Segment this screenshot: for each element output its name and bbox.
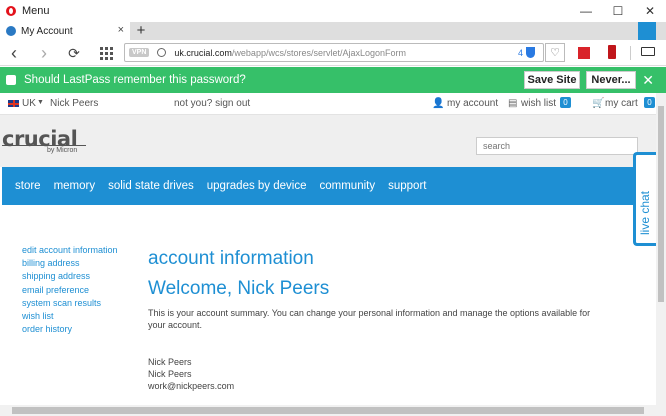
site-header: crucial by Micron bbox=[0, 115, 656, 167]
close-window-button[interactable]: ✕ bbox=[634, 0, 666, 22]
lastpass-message: Should LastPass remember this password? bbox=[24, 74, 246, 86]
speed-dial-button[interactable] bbox=[96, 43, 116, 63]
crucial-favicon-icon bbox=[6, 26, 16, 36]
wish-list-link[interactable]: wish list bbox=[521, 98, 556, 109]
uk-flag-icon bbox=[8, 100, 19, 107]
forward-button[interactable]: › bbox=[34, 43, 54, 63]
browser-navbar: ‹ › ⟳ VPN uk.crucial.com/webapp/wcs/stor… bbox=[0, 40, 666, 66]
battery-saver-icon[interactable] bbox=[641, 47, 655, 56]
heart-icon[interactable]: ♡ bbox=[545, 43, 565, 62]
lastpass-extension-icon[interactable] bbox=[608, 45, 616, 59]
site-utility-bar: UK ▼ Nick Peers not you? sign out 👤 my a… bbox=[0, 93, 666, 115]
crucial-logo[interactable]: crucial by Micron bbox=[2, 127, 86, 154]
search-input[interactable] bbox=[476, 137, 638, 155]
minimize-button[interactable]: — bbox=[570, 0, 602, 22]
never-button[interactable]: Never... bbox=[586, 71, 636, 89]
nav-support[interactable]: support bbox=[388, 180, 426, 192]
sidenav-shipping-address[interactable]: shipping address bbox=[22, 270, 118, 283]
toolbar-divider bbox=[630, 46, 631, 60]
page-title: account information bbox=[148, 248, 314, 269]
back-button[interactable]: ‹ bbox=[4, 43, 24, 63]
my-cart-link[interactable]: my cart bbox=[605, 98, 638, 109]
region-dropdown-icon[interactable]: ▼ bbox=[37, 99, 44, 106]
sidenav-wish-list[interactable]: wish list bbox=[22, 310, 118, 323]
account-content: account information Welcome, Nick Peers … bbox=[148, 248, 618, 392]
address-bar[interactable]: VPN uk.crucial.com/webapp/wcs/stores/ser… bbox=[124, 43, 544, 62]
nav-solid-state-drives[interactable]: solid state drives bbox=[108, 180, 194, 192]
user-name: Nick Peers bbox=[50, 98, 99, 109]
main-navigation: store memory solid state drives upgrades… bbox=[2, 167, 656, 205]
sidenav-edit-account[interactable]: edit account information bbox=[22, 244, 118, 257]
account-detail-line: Nick Peers bbox=[148, 357, 192, 367]
cart-count: 0 bbox=[644, 97, 655, 108]
url-text[interactable]: uk.crucial.com/webapp/wcs/stores/servlet… bbox=[174, 48, 406, 58]
save-site-button[interactable]: Save Site bbox=[524, 71, 580, 89]
opera-logo-icon[interactable] bbox=[6, 6, 16, 16]
wish-list-count: 0 bbox=[560, 97, 571, 108]
new-tab-button[interactable]: + bbox=[134, 22, 148, 40]
tab-my-account[interactable]: My Account × bbox=[0, 22, 130, 40]
sign-out-link[interactable]: not you? sign out bbox=[174, 98, 250, 109]
vpn-badge[interactable]: VPN bbox=[129, 48, 150, 57]
url-path: /webapp/wcs/stores/servlet/AjaxLogonForm bbox=[231, 47, 406, 58]
nav-upgrades-by-device[interactable]: upgrades by device bbox=[207, 180, 307, 192]
blocked-count: 4 bbox=[517, 47, 523, 58]
search-button[interactable] bbox=[638, 22, 656, 40]
sidenav-order-history[interactable]: order history bbox=[22, 323, 118, 336]
nav-memory[interactable]: memory bbox=[54, 180, 96, 192]
welcome-heading: Welcome, Nick Peers bbox=[148, 278, 330, 299]
url-domain: uk.crucial.com bbox=[174, 47, 232, 58]
cart-icon: 🛒 bbox=[592, 98, 605, 109]
wish-list-icon: ▤ bbox=[508, 98, 518, 109]
vertical-scrollbar-thumb[interactable] bbox=[658, 106, 664, 302]
ad-block-indicator[interactable]: 4 bbox=[518, 47, 535, 58]
region-selector[interactable]: UK bbox=[22, 98, 36, 109]
account-email: work@nickpeers.com bbox=[148, 381, 235, 391]
lastpass-prompt-bar: Should LastPass remember this password? … bbox=[0, 67, 666, 93]
shield-icon bbox=[526, 47, 535, 58]
my-account-link[interactable]: my account bbox=[447, 98, 498, 109]
account-summary-text: This is your account summary. You can ch… bbox=[148, 308, 591, 330]
lastpass-close-icon[interactable]: ✕ bbox=[642, 72, 654, 89]
window-titlebar: Menu — ☐ ✕ bbox=[0, 0, 666, 22]
lastpass-icon bbox=[6, 75, 16, 85]
sidenav-system-scan-results[interactable]: system scan results bbox=[22, 297, 118, 310]
globe-icon bbox=[157, 48, 167, 57]
reload-button[interactable]: ⟳ bbox=[64, 43, 84, 63]
nav-community[interactable]: community bbox=[320, 180, 376, 192]
tab-strip: My Account × + bbox=[0, 22, 666, 40]
extension-icon[interactable] bbox=[578, 47, 590, 59]
sidenav-email-preference[interactable]: email preference bbox=[22, 284, 118, 297]
tab-title: My Account bbox=[21, 25, 73, 37]
tab-close-icon[interactable]: × bbox=[118, 24, 124, 36]
horizontal-scrollbar-thumb[interactable] bbox=[12, 407, 644, 414]
user-icon: 👤 bbox=[432, 98, 445, 109]
browser-menu-label[interactable]: Menu bbox=[22, 5, 50, 17]
nav-store[interactable]: store bbox=[15, 180, 41, 192]
grid-icon bbox=[99, 46, 113, 60]
logo-text: crucial bbox=[2, 127, 78, 151]
logo-underline bbox=[2, 145, 86, 146]
account-details: Nick Peers Nick Peers work@nickpeers.com bbox=[148, 356, 618, 392]
sidenav-billing-address[interactable]: billing address bbox=[22, 257, 118, 270]
maximize-button[interactable]: ☐ bbox=[602, 0, 634, 22]
account-detail-line: Nick Peers bbox=[148, 369, 192, 379]
live-chat-label: live chat bbox=[638, 190, 652, 235]
account-sidenav: edit account information billing address… bbox=[22, 244, 118, 336]
